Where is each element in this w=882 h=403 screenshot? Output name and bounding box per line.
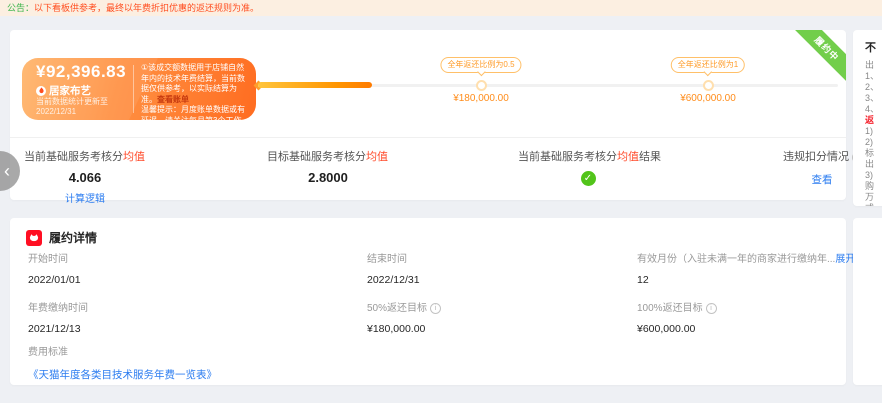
milestone-50-dot <box>476 80 487 91</box>
stat-violation: 违规扣分情况i 查看 <box>783 148 863 187</box>
milestone-50-amount: ¥180,000.00 <box>453 93 509 104</box>
fulfilling-ribbon: 履约中 <box>792 30 846 83</box>
right-secondary-card <box>853 218 882 385</box>
stat-current-score-label: 当前基础服务考核分均值 <box>24 151 145 163</box>
milestone-100-amount: ¥600,000.00 <box>680 93 736 104</box>
annual-fee-overview-card: ¥92,396.83 居家布艺 当前数据统计更新至 2022/12/31 ①该成… <box>10 30 863 205</box>
field-50-target: 50%返还目标 i ¥180,000.00 <box>367 299 442 335</box>
stat-target-score: 目标基础服务考核分均值 2.8000 <box>267 148 389 185</box>
rules-panel-title: 不 <box>865 42 876 54</box>
notice-text: 以下看板供参考，最终以年费折扣优惠的返还规则为准。 <box>34 3 260 13</box>
violation-view-link[interactable]: 查看 <box>783 172 861 187</box>
gmv-amount: ¥92,396.83 <box>36 62 127 81</box>
stat-score-result: 当前基础服务考核分均值结果 ✓ <box>518 148 661 186</box>
field-start-time: 开始时间 2022/01/01 <box>28 254 81 286</box>
stat-current-score: 当前基础服务考核分均值 4.066 计算逻辑 <box>24 148 146 205</box>
rebate-progress-fill <box>258 82 372 88</box>
field-fee-pay-time: 年费缴纳时间 2021/12/13 <box>28 303 88 335</box>
ribbon-corner: 履约中 <box>792 30 846 84</box>
stat-target-score-value: 2.8000 <box>308 170 348 185</box>
divider <box>133 65 134 113</box>
notice-prefix: 公告： <box>7 3 35 13</box>
fee-table-link[interactable]: 《天猫年度各类目技术服务年费一览表》 <box>28 367 217 382</box>
notice-banner: 公告：以下看板供参考，最终以年费折扣优惠的返还规则为准。 <box>0 0 882 16</box>
field-valid-months: 有效月份（入驻未满一年的商家进行缴纳年...展开） 12 <box>637 254 865 286</box>
stat-violation-label: 违规扣分情况i <box>783 148 863 164</box>
info-icon[interactable]: i <box>430 303 442 314</box>
rules-red-heading: 返 <box>865 115 875 125</box>
field-100-target: 100%返还目标 i ¥600,000.00 <box>637 299 717 335</box>
check-circle-icon: ✓ <box>580 171 596 186</box>
field-end-time: 结束时间 2022/12/31 <box>367 254 420 286</box>
rebate-rules-panel: 不 出 1、 2、 3、 4、 返 1) 2) 标 出 3) 购 万 或 的 <box>853 30 882 206</box>
data-updated-note: 当前数据统计更新至 2022/12/31 <box>36 97 108 116</box>
gmv-disclaimer: ①该成交额数据用于店铺自然年内的技术年费结算，当前数据仅供参考，以实际结算为准。… <box>141 63 245 120</box>
category-name: 居家布艺 <box>49 85 91 97</box>
detail-header: 履约详情 <box>26 229 97 246</box>
info-icon[interactable]: i <box>705 303 717 314</box>
chevron-left-icon: ‹ <box>4 161 10 181</box>
detail-title: 履约详情 <box>49 231 98 245</box>
stat-target-score-label: 目标基础服务考核分均值 <box>267 151 388 163</box>
milestone-100-badge: 全年返还比例为1 <box>670 57 746 73</box>
stat-current-score-value: 4.066 <box>68 170 102 185</box>
category-row: 居家布艺 <box>36 83 91 98</box>
gmv-summary-card: ¥92,396.83 居家布艺 当前数据统计更新至 2022/12/31 ①该成… <box>22 58 256 120</box>
calc-logic-link[interactable]: 计算逻辑 <box>24 190 146 205</box>
field-fee-standard: 费用标准 《天猫年度各类目技术服务年费一览表》 <box>28 347 217 382</box>
milestone-100-dot <box>703 80 714 91</box>
tmall-logo-icon <box>26 229 42 246</box>
milestone-50-badge: 全年返还比例为0.5 <box>440 57 522 73</box>
category-hot-icon <box>36 85 46 96</box>
view-bill-link[interactable]: 查看账单 <box>157 95 189 104</box>
fulfillment-detail-card: 履约详情 开始时间 2022/01/01 结束时间 2022/12/31 有效月… <box>10 218 865 385</box>
divider <box>10 137 846 138</box>
stat-score-result-label: 当前基础服务考核分均值结果 <box>518 151 661 163</box>
